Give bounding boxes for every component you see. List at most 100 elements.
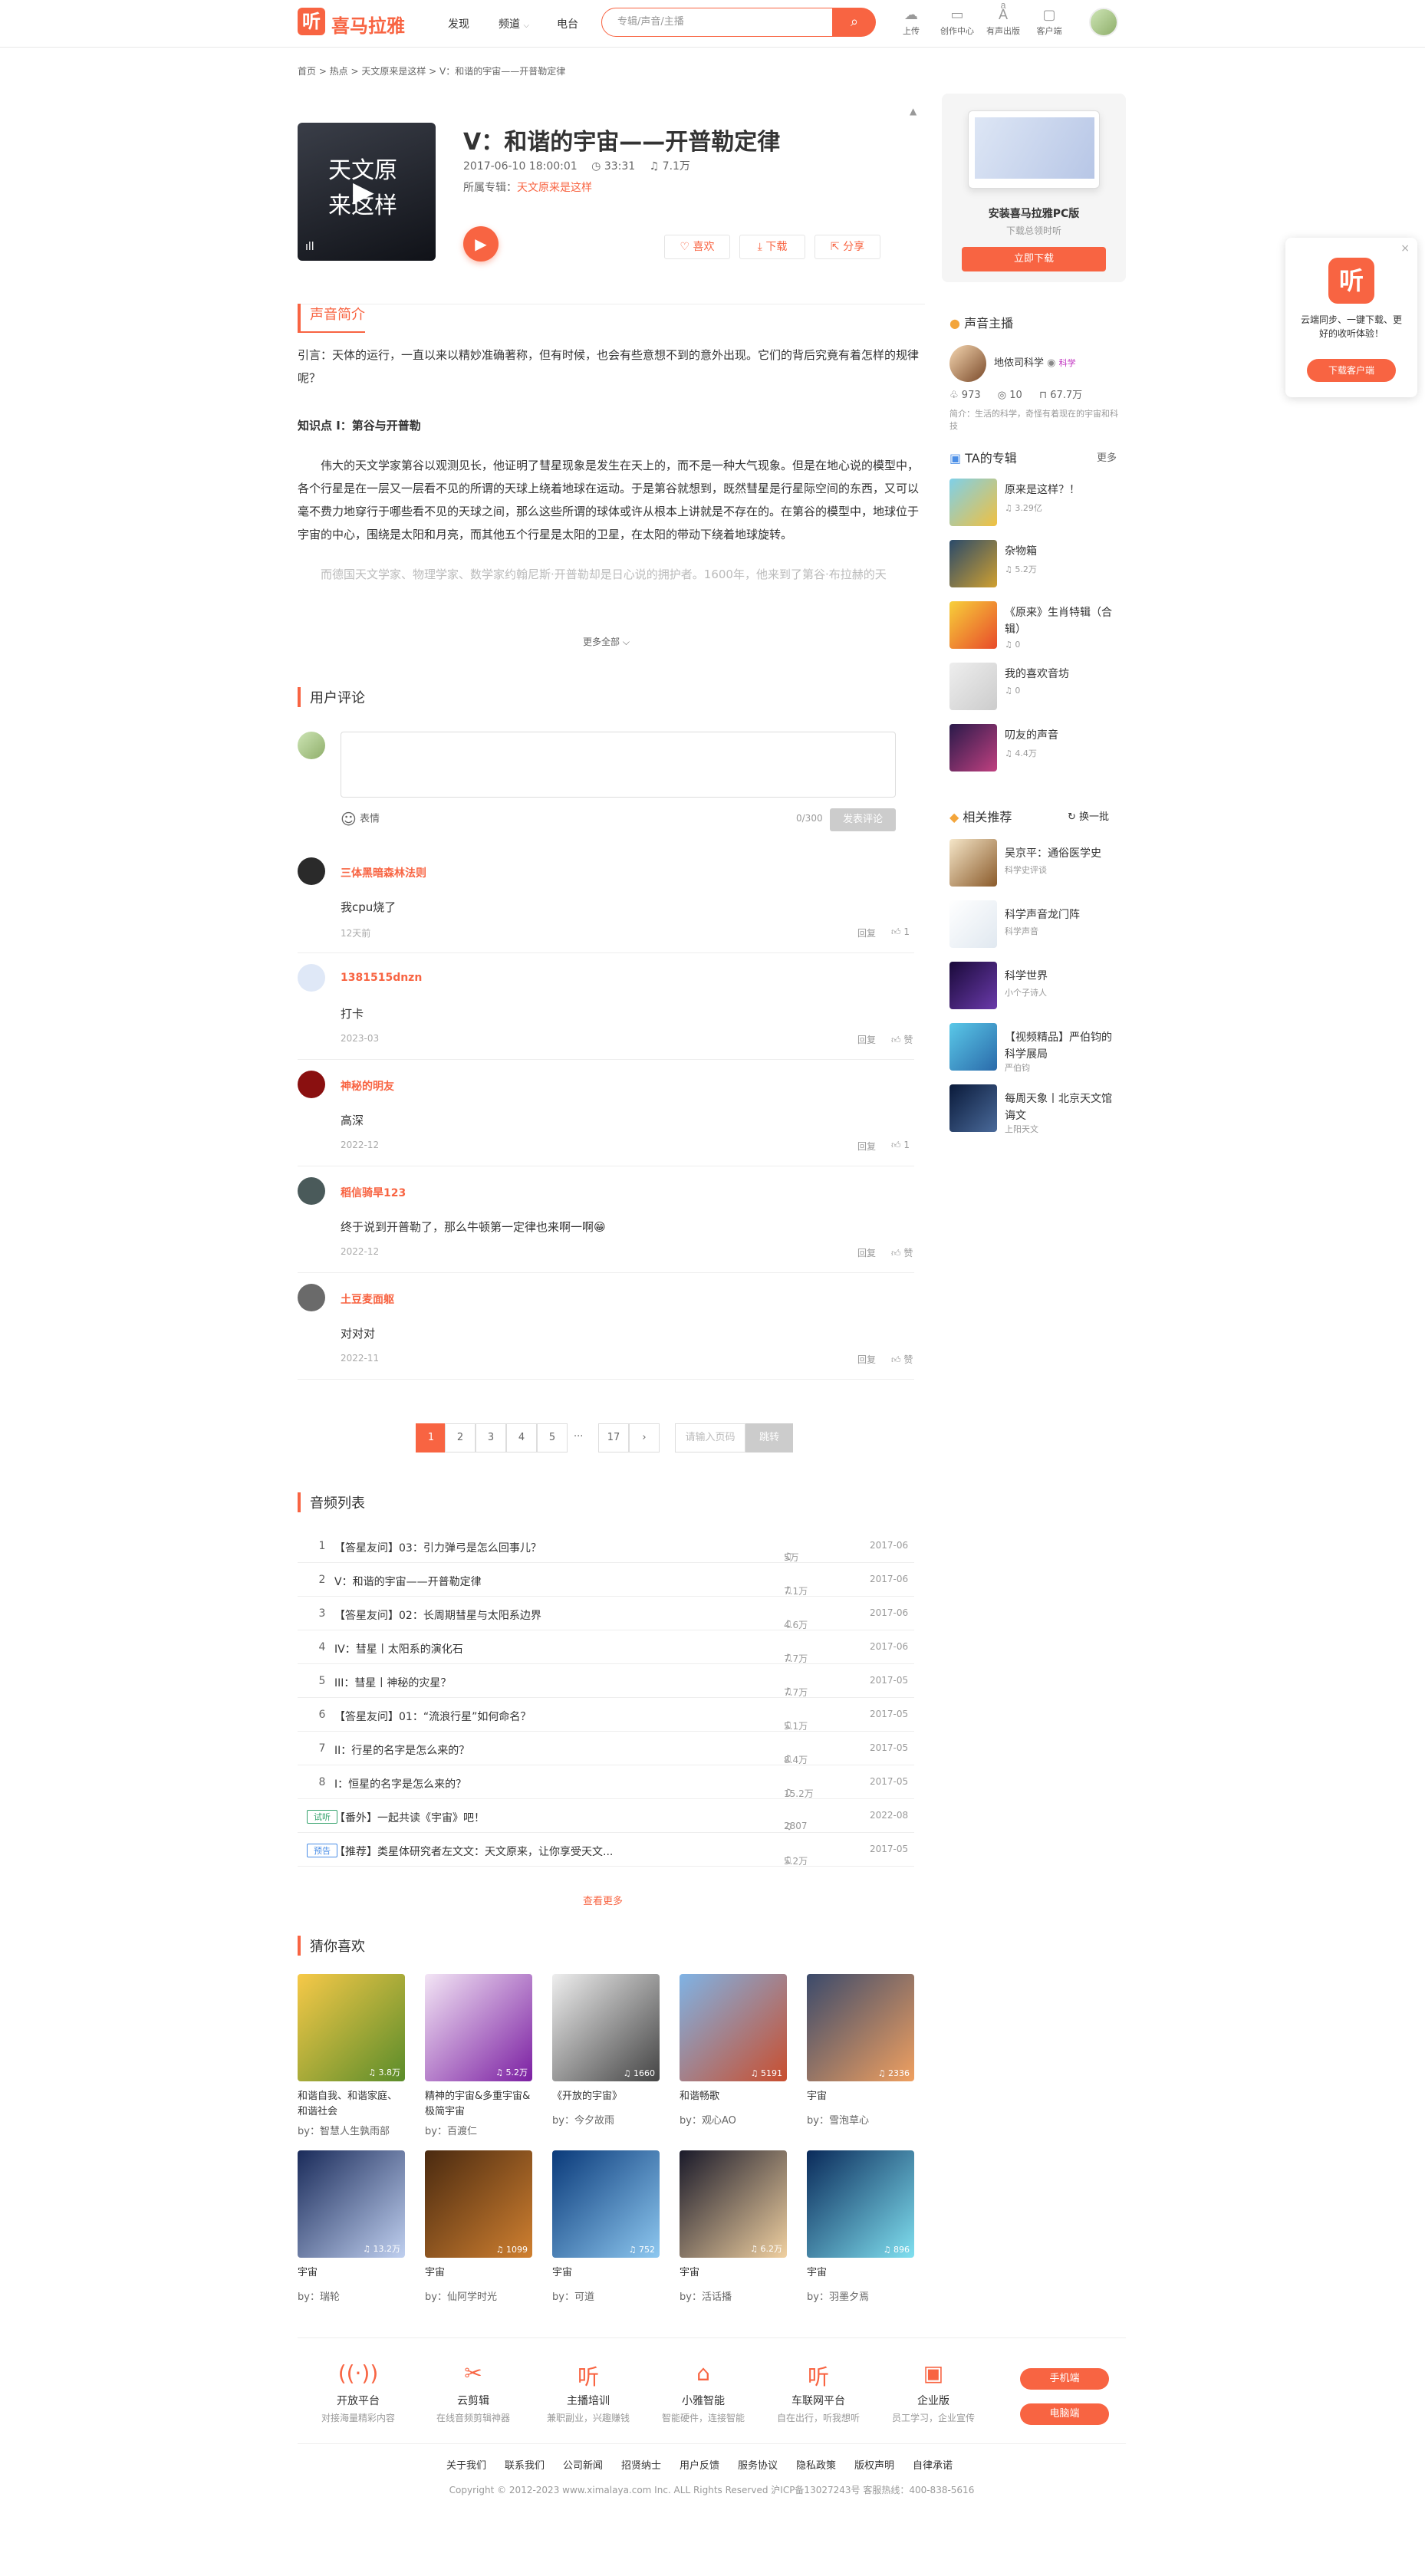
track-row[interactable]: 7 II：行星的名字是怎么来的？ ♫ 8.4万 2017-05 <box>298 1732 914 1765</box>
album-cover[interactable]: ♫ 13.2万 <box>298 2150 405 2258</box>
album-cover[interactable]: ♫ 5.2万 <box>425 1974 532 2081</box>
album-cover[interactable]: ♫ 2336 <box>807 1974 914 2081</box>
studio-button[interactable]: ▭ 创作中心 <box>934 6 980 37</box>
comment-avatar[interactable] <box>298 1284 325 1311</box>
album-cover[interactable]: ♫ 896 <box>807 2150 914 2258</box>
comment-avatar[interactable] <box>298 1177 325 1205</box>
reply-button[interactable]: 回复 <box>857 1033 876 1046</box>
related-cover[interactable] <box>949 900 997 948</box>
tracklist-more-link[interactable]: 查看更多 <box>583 1893 623 1907</box>
album-title[interactable]: 和谐畅歌 <box>680 2089 787 2104</box>
album-author[interactable]: by：羽墨夕焉 <box>807 2288 869 2303</box>
comment-like-button[interactable]: 👍︎ 1 <box>891 926 910 938</box>
related-title[interactable]: 科学声音龙门阵 <box>1005 906 1120 923</box>
nav-channel[interactable]: 频道 ⌵ <box>499 16 529 31</box>
footer-enterprise[interactable]: ▣ 企业版 员工学习，企业宣传 <box>884 2361 983 2424</box>
album-title[interactable]: 宇宙 <box>807 2089 914 2104</box>
album-cover[interactable]: ♫ 1099 <box>425 2150 532 2258</box>
album-author[interactable]: by：活话播 <box>680 2288 732 2303</box>
anchor-name[interactable]: 地侬司科学 ◉ 科学 <box>994 354 1076 369</box>
side-album-cover[interactable] <box>949 601 997 649</box>
side-album-cover[interactable] <box>949 479 997 526</box>
page-jump-input[interactable]: 请输入页码 <box>675 1423 745 1452</box>
album-title[interactable]: 精神的宇宙&多重宇宙&极简宇宙 <box>425 2089 532 2120</box>
album-author[interactable]: by：瑞轮 <box>298 2288 340 2303</box>
comment-avatar[interactable] <box>298 857 325 885</box>
track-row[interactable]: 5 III：彗星丨神秘的灾星？ ♫ 7.7万 2017-05 <box>298 1664 914 1698</box>
comment-avatar[interactable] <box>298 1071 325 1098</box>
side-album-title[interactable]: 叨友的声音 <box>1005 727 1120 744</box>
reply-button[interactable]: 回复 <box>857 1140 876 1153</box>
album-cover[interactable]: ♫ 1660 <box>552 1974 660 2081</box>
next-page-button[interactable]: › <box>629 1423 660 1452</box>
reply-button[interactable]: 回复 <box>857 1246 876 1259</box>
page-3[interactable]: 3 <box>476 1423 506 1452</box>
album-author[interactable]: by：可道 <box>552 2288 594 2303</box>
show-more-button[interactable]: 更多全部 ⌵ <box>583 635 630 648</box>
album-author[interactable]: by：今夕故雨 <box>552 2112 614 2127</box>
share-button[interactable]: ⇱ 分享 <box>815 235 880 259</box>
album-cover[interactable]: ♫ 6.2万 <box>680 2150 787 2258</box>
album-author[interactable]: by：百渡仁 <box>425 2123 477 2137</box>
promo-download-button[interactable]: 立即下载 <box>962 247 1106 271</box>
page-2[interactable]: 2 <box>445 1423 476 1452</box>
nav-discover[interactable]: 发现 <box>448 16 469 31</box>
anchor-avatar[interactable] <box>949 345 986 382</box>
collapse-arrow-icon[interactable]: ▲ <box>910 106 917 117</box>
album-author[interactable]: by：智慧人生孰雨部 <box>298 2123 390 2137</box>
side-album-title[interactable]: 我的喜欢音坊 <box>1005 666 1120 683</box>
side-album-cover[interactable] <box>949 663 997 710</box>
related-title[interactable]: 科学世界 <box>1005 968 1120 985</box>
album-title[interactable]: 宇宙 <box>552 2265 660 2281</box>
comment-like-button[interactable]: 👍︎ 赞 <box>891 1353 913 1366</box>
album-author[interactable]: by：仙阿学时光 <box>425 2288 497 2303</box>
close-icon[interactable]: × <box>1400 242 1410 255</box>
reply-button[interactable]: 回复 <box>857 1353 876 1366</box>
related-cover[interactable] <box>949 839 997 887</box>
upload-button[interactable]: ☁ 上传 <box>888 6 934 37</box>
page-jump-button[interactable]: 跳转 <box>745 1423 793 1452</box>
comment-textarea[interactable] <box>341 732 896 798</box>
logo-text[interactable]: 喜马拉雅 <box>331 11 405 38</box>
side-album-title[interactable]: 原来是这样？！ <box>1005 482 1120 498</box>
album-title[interactable]: 宇宙 <box>680 2265 787 2281</box>
pc-app-button[interactable]: 电脑端 <box>1020 2403 1109 2425</box>
side-album-title[interactable]: 杂物箱 <box>1005 543 1120 560</box>
album-title[interactable]: 宇宙 <box>298 2265 405 2281</box>
search-button[interactable]: ⌕ <box>833 8 876 37</box>
footer-link[interactable]: 隐私政策 <box>796 2457 836 2472</box>
nav-radio[interactable]: 电台 <box>557 16 578 31</box>
page-1[interactable]: 1 <box>416 1423 446 1452</box>
album-title[interactable]: 宇宙 <box>807 2265 914 2281</box>
side-album-cover[interactable] <box>949 724 997 771</box>
search-input[interactable]: 专辑/声音/主播 <box>601 8 833 37</box>
comment-avatar[interactable] <box>298 964 325 992</box>
emoji-button[interactable]: ☺ 表情 <box>341 810 380 828</box>
reply-button[interactable]: 回复 <box>857 926 876 939</box>
user-avatar[interactable] <box>1089 8 1118 37</box>
comment-like-button[interactable]: 👍︎ 赞 <box>891 1033 913 1046</box>
footer-link[interactable]: 招贤纳士 <box>621 2457 661 2472</box>
album-cover[interactable]: ♫ 3.8万 <box>298 1974 405 2081</box>
related-title[interactable]: 吴京平：通俗医学史 <box>1005 845 1120 862</box>
comment-author[interactable]: 土豆麦面躯 <box>341 1291 394 1307</box>
page-17[interactable]: 17 <box>598 1423 629 1452</box>
footer-link[interactable]: 版权声明 <box>854 2457 894 2472</box>
album-author[interactable]: by：观心AO <box>680 2112 736 2127</box>
track-row[interactable]: 试听 【番外】一起共读《宇宙》吧！ ♫ 2807 2022-08 <box>298 1799 914 1833</box>
album-title[interactable]: 《开放的宇宙》 <box>552 2089 660 2104</box>
side-album-cover[interactable] <box>949 540 997 587</box>
comment-author[interactable]: 三体黑暗森林法则 <box>341 865 426 880</box>
float-download-button[interactable]: 下载客户端 <box>1307 359 1396 382</box>
related-title[interactable]: 每周天象丨北京天文馆诲文 <box>1005 1091 1120 1124</box>
comment-like-button[interactable]: 👍︎ 1 <box>891 1140 910 1151</box>
track-row[interactable]: 8 I：恒星的名字是怎么来的？ ♫ 15.2万 2017-05 <box>298 1765 914 1799</box>
client-button[interactable]: ▢ 客户端 <box>1026 6 1072 37</box>
comment-author[interactable]: 稻信骑旱123 <box>341 1185 406 1200</box>
album-link[interactable]: 天文原来是这样 <box>517 182 592 194</box>
refresh-button[interactable]: ↻ 换一批 <box>1068 808 1109 823</box>
page-5[interactable]: 5 <box>537 1423 568 1452</box>
album-cover[interactable]: ♫ 5191 <box>680 1974 787 2081</box>
album-author[interactable]: by：雪泡草心 <box>807 2112 869 2127</box>
footer-cloud-edit[interactable]: ✂ 云剪辑 在线音频剪辑神器 <box>423 2361 523 2424</box>
